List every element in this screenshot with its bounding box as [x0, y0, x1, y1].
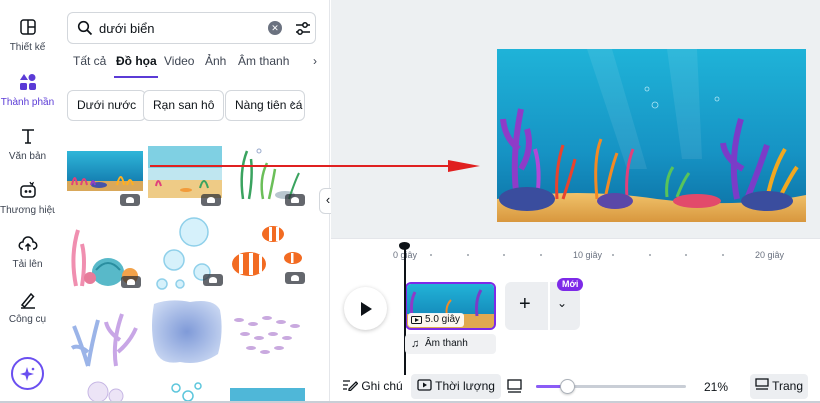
tick-dot: [649, 254, 651, 256]
notes-button[interactable]: Ghi chú: [338, 374, 407, 399]
search-icon: [77, 20, 93, 36]
tab-all[interactable]: Tất cả: [73, 54, 106, 68]
tick-dot: [467, 254, 469, 256]
chevron-down-icon[interactable]: ⌄: [557, 296, 567, 310]
pages-icon: [755, 378, 769, 390]
play-button[interactable]: [344, 287, 387, 330]
rail-design[interactable]: Thiết kế: [0, 17, 55, 53]
tick-dot: [430, 254, 432, 256]
zoom-value[interactable]: 21%: [704, 380, 728, 394]
filter-icon[interactable]: [294, 20, 312, 38]
graphic-tile[interactable]: [68, 296, 144, 368]
rail-label: Thành phần: [0, 97, 55, 108]
duration-label: Thời lượng: [435, 379, 495, 393]
search-value: dưới biển: [99, 21, 155, 36]
elements-panel: dưới biển ✕ Tất cả Đồ họa Video Ảnh Âm t…: [55, 0, 381, 403]
premium-icon: [121, 276, 141, 288]
graphic-tile[interactable]: [229, 306, 305, 362]
sparkle-icon: [19, 366, 34, 381]
rail-elements[interactable]: Thành phần: [0, 72, 55, 108]
rail-label: Thiết kế: [9, 42, 46, 53]
chip-underwater[interactable]: Dưới nước: [67, 90, 147, 121]
tab-audio[interactable]: Âm thanh: [238, 54, 289, 68]
chip-coral-reef[interactable]: Rạn san hô: [143, 90, 225, 121]
audio-track[interactable]: ♫ Âm thanh: [405, 334, 496, 354]
play-icon: [360, 301, 372, 316]
brand-icon: [19, 181, 36, 198]
premium-icon: [120, 194, 140, 206]
notes-label: Ghi chú: [361, 379, 403, 393]
elements-icon: [19, 74, 36, 90]
layout-icon: [19, 19, 36, 35]
video-icon: [417, 379, 432, 391]
text-icon: [21, 129, 34, 144]
chips-next-icon[interactable]: ›: [291, 96, 295, 110]
upload-icon: [18, 236, 37, 251]
tick-dot: [722, 254, 724, 256]
rail-brand[interactable]: Thương hiệu: [0, 180, 58, 216]
rail-tools[interactable]: Công cụ: [0, 289, 55, 325]
zoom-slider-handle[interactable]: [560, 379, 575, 394]
category-tabs: Tất cả Đồ họa Video Ảnh Âm thanh ›: [67, 54, 322, 80]
audio-label: Âm thanh: [425, 338, 468, 349]
tick-label: 20 giây: [755, 250, 785, 260]
graphic-tile[interactable]: [166, 380, 206, 403]
pages-button[interactable]: Trang: [750, 374, 809, 399]
chevron-left-icon: ‹: [325, 192, 331, 207]
tools-icon: [20, 292, 35, 309]
rail-label: Thương hiệu: [0, 205, 58, 216]
playhead[interactable]: [404, 243, 406, 375]
rail-label: Công cụ: [8, 314, 47, 325]
new-badge: Mới: [557, 278, 584, 291]
rail-upload[interactable]: Tải lên: [0, 234, 55, 270]
graphic-tile[interactable]: [229, 218, 305, 284]
graphic-tile[interactable]: [86, 378, 126, 403]
music-note-icon: ♫: [411, 338, 420, 350]
tick-dot: [612, 254, 614, 256]
graphic-tile[interactable]: [150, 214, 224, 292]
tab-graphics[interactable]: Đồ họa: [116, 54, 157, 68]
notes-icon: [343, 380, 359, 392]
editor-root: Thiết kế Thành phần Văn bản Thương hiệu …: [0, 0, 820, 403]
magic-button[interactable]: [11, 357, 44, 390]
graphic-tile[interactable]: [68, 216, 144, 290]
pages-label: Trang: [772, 379, 804, 393]
clear-icon[interactable]: ✕: [268, 21, 282, 35]
graphic-tile[interactable]: [67, 151, 143, 206]
tick-label: 10 giây: [573, 250, 603, 260]
tab-photos[interactable]: Ảnh: [205, 54, 226, 68]
duration-button[interactable]: Thời lượng: [411, 374, 501, 399]
divider: [548, 282, 550, 330]
page-view-icon[interactable]: [507, 379, 522, 393]
left-rail: Thiết kế Thành phần Văn bản Thương hiệu …: [0, 0, 58, 403]
rail-label: Văn bản: [8, 151, 47, 162]
design-page[interactable]: [497, 49, 806, 222]
active-tab-indicator: [114, 76, 158, 78]
rail-label: Tải lên: [12, 259, 43, 270]
tick-dot: [540, 254, 542, 256]
premium-icon: [285, 194, 305, 206]
tab-video[interactable]: Video: [164, 54, 194, 68]
clip-duration: 5.0 giây: [425, 314, 461, 325]
rail-text[interactable]: Văn bản: [0, 126, 55, 162]
premium-icon: [203, 274, 223, 286]
tick-dot: [503, 254, 505, 256]
add-page-button[interactable]: +: [519, 293, 531, 316]
tick-dot: [685, 254, 687, 256]
search-input[interactable]: dưới biển ✕: [67, 12, 316, 44]
premium-icon: [285, 272, 305, 284]
clip-duration-badge: 5.0 giây: [408, 313, 465, 327]
tabs-next-icon[interactable]: ›: [313, 54, 317, 68]
annotation-arrow: [150, 160, 480, 172]
graphic-tile[interactable]: [150, 296, 224, 368]
video-icon: [411, 316, 422, 324]
premium-icon: [201, 194, 221, 206]
